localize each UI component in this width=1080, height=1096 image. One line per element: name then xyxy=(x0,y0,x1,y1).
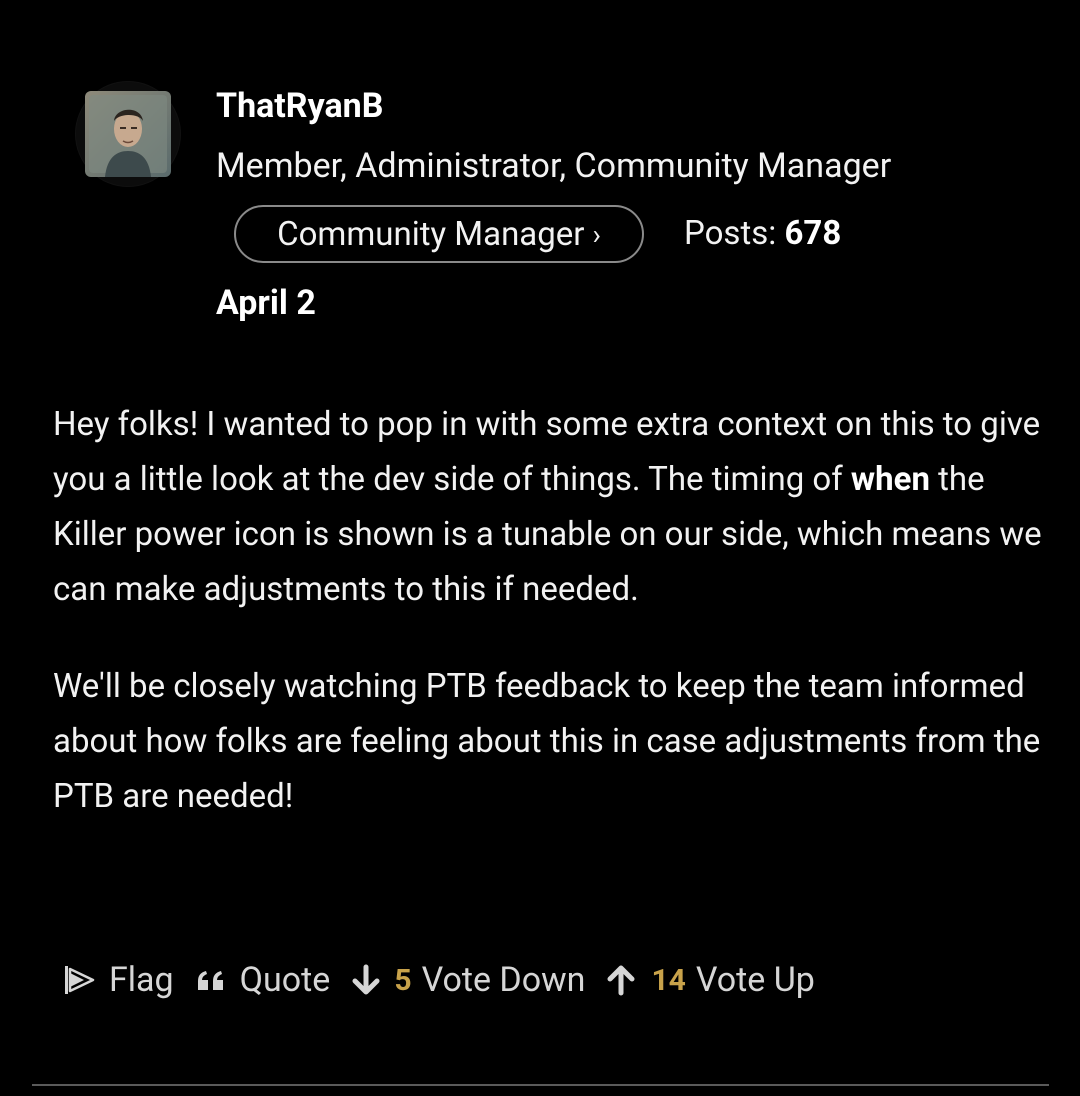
post-count: Posts: 678 xyxy=(684,214,841,253)
quote-icon xyxy=(196,968,228,992)
vote-down-label: Vote Down xyxy=(421,960,586,1000)
arrow-up-icon xyxy=(605,963,637,997)
flag-label: Flag xyxy=(109,960,174,1000)
vote-up-label: Vote Up xyxy=(695,960,815,1000)
paragraph-bold-text: when xyxy=(850,460,930,499)
rank-label: Community Manager xyxy=(277,214,585,254)
user-avatar-icon xyxy=(85,91,171,177)
avatar[interactable] xyxy=(76,82,180,186)
vote-up-button[interactable]: 14 Vote Up xyxy=(605,960,815,1000)
vote-up-count: 14 xyxy=(651,962,686,998)
posts-label: Posts: xyxy=(684,214,777,253)
divider xyxy=(32,1084,1049,1086)
rank-badge[interactable]: Community Manager › xyxy=(234,205,644,263)
chevron-right-icon: › xyxy=(592,217,601,251)
post-body: Hey folks! I wanted to pop in with some … xyxy=(53,397,1043,824)
post-actions: Flag Quote 5 Vote Down 14 Vote Up xyxy=(62,952,815,1008)
post-date[interactable]: April 2 xyxy=(216,283,316,323)
user-roles: Member, Administrator, Community Manager xyxy=(216,146,892,186)
posts-count-value: 678 xyxy=(784,214,842,253)
quote-button[interactable]: Quote xyxy=(196,960,331,1000)
arrow-down-icon xyxy=(350,963,382,997)
post-paragraph: We'll be closely watching PTB feedback t… xyxy=(53,667,1041,816)
flag-icon xyxy=(62,963,96,997)
vote-down-button[interactable]: 5 Vote Down xyxy=(350,960,585,1000)
flag-button[interactable]: Flag xyxy=(62,960,174,1000)
vote-down-count: 5 xyxy=(394,962,412,998)
quote-label: Quote xyxy=(239,960,331,1000)
post-paragraph: Hey folks! I wanted to pop in with some … xyxy=(53,397,1043,617)
username[interactable]: ThatRyanB xyxy=(216,86,383,126)
